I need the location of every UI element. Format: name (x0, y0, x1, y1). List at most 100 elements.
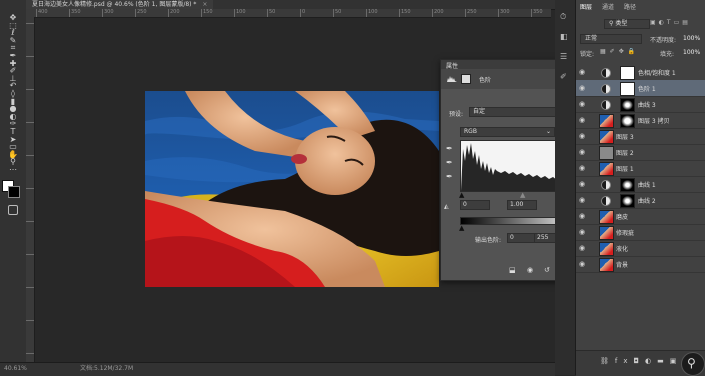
ruler-tick-label: 100 (368, 9, 378, 15)
visibility-eye-icon[interactable]: ◉ (578, 132, 586, 140)
layer-thumbnail[interactable] (599, 130, 614, 144)
clip-to-layer-icon[interactable]: ⬓ (509, 266, 516, 274)
layer-name: 色阶 1 (638, 86, 656, 93)
layer-row[interactable]: ◉ 图层 3 (576, 128, 705, 145)
visibility-eye-icon[interactable]: ◉ (578, 100, 586, 108)
visibility-eye-icon[interactable]: ◉ (578, 244, 586, 252)
zoom-status[interactable]: 40.61% (4, 363, 27, 375)
layer-thumbnail[interactable] (599, 226, 614, 240)
layer-mask-thumbnail[interactable] (620, 66, 635, 80)
layer-row[interactable]: ◉ 磨皮 (576, 208, 705, 225)
layer-thumbnail[interactable] (599, 210, 614, 224)
layers-panel-tab[interactable]: 路径 (624, 2, 636, 11)
levels-histogram-icon[interactable] (447, 75, 457, 82)
ruler-tick: 200 (432, 9, 444, 17)
layer-name: 磨皮 (616, 214, 629, 221)
layer-row[interactable]: ◉ 色相/饱和度 1 (576, 64, 705, 81)
input-gamma-field[interactable]: 1.00 (507, 200, 537, 210)
layer-thumbnail[interactable] (599, 242, 614, 256)
lock-icons[interactable]: ▦✐✥🔒 (600, 48, 639, 55)
visibility-eye-icon[interactable]: ◉ (578, 84, 586, 92)
lock-label: 锁定: (580, 51, 595, 58)
channel-select[interactable]: RGB ⌄ (460, 127, 555, 137)
layer-row[interactable]: ◉ 曲线 1 (576, 176, 705, 193)
reset-icon[interactable]: ↺ (544, 266, 550, 274)
layer-mask-thumbnail[interactable] (620, 98, 635, 112)
adjustments-icon[interactable]: ◧ (560, 32, 568, 41)
layer-thumbnail[interactable] (599, 258, 614, 272)
visibility-eye-icon[interactable]: ◉ (578, 68, 586, 76)
output-black-slider[interactable]: ▲ (459, 224, 464, 232)
quick-mask-icon[interactable] (8, 205, 18, 215)
ruler-tick (26, 188, 34, 189)
white-point-eyedropper-icon[interactable]: ✒ (446, 172, 453, 181)
layer-row[interactable]: ◉ 图层 3 拷贝 (576, 112, 705, 129)
visibility-eye-icon[interactable]: ◉ (578, 228, 586, 236)
history-icon[interactable]: ⏱ (560, 12, 566, 22)
layer-name: 曲线 3 (638, 102, 656, 109)
layer-row[interactable]: ◉ 曲线 3 (576, 96, 705, 113)
layer-row[interactable]: ◉ 修瑕疵 (576, 224, 705, 241)
close-tab-icon[interactable]: × (202, 1, 207, 8)
layer-mask-thumbnail[interactable] (620, 178, 635, 192)
ruler-tick-label: 0 (302, 9, 306, 15)
opacity-value[interactable]: 100% (683, 35, 700, 42)
tools-panel: ✥ ⬚ ℓ ✎ ⌗ ✒ ✚ ✐ ⊥ ↶ ◊ ▮ ● ◐ ✑ T ➤ ▭ ✋ ⚲ ⋯ (0, 9, 27, 375)
blend-mode-select[interactable]: 正常 (580, 34, 642, 44)
visibility-eye-icon[interactable]: ◉ (578, 164, 586, 172)
ruler-tick: 300 (102, 9, 114, 17)
input-black-field[interactable]: 0 (460, 200, 490, 210)
clipping-warning-icon[interactable]: ◭ (444, 203, 449, 210)
layers-panel-tab[interactable]: 通道 (602, 2, 614, 11)
document-size-status: 文档:5.12M/32.7M (80, 365, 134, 372)
layer-thumbnail[interactable] (599, 114, 614, 128)
visibility-eye-icon[interactable]: ◉ (578, 196, 586, 204)
visibility-eye-icon[interactable]: ◉ (578, 148, 586, 156)
view-previous-icon[interactable]: ◉ (527, 266, 533, 274)
document-tab-title: 夏日海边美女人像精修.psd @ 40.6% (色阶 1, 图层蒙版/8) * (32, 1, 197, 8)
layers-panel-tab[interactable]: 图层 (580, 2, 592, 11)
visibility-eye-icon[interactable]: ◉ (578, 116, 586, 124)
layer-mask-thumbnail[interactable] (620, 82, 635, 96)
adjustment-layer-icon (601, 84, 611, 94)
document-tab[interactable]: 夏日海边美女人像精修.psd @ 40.6% (色阶 1, 图层蒙版/8) * × (26, 0, 214, 9)
visibility-eye-icon[interactable]: ◉ (578, 212, 586, 220)
layer-row[interactable]: ◉ 图层 2 (576, 144, 705, 161)
visibility-eye-icon[interactable]: ◉ (578, 180, 586, 188)
input-gamma-slider[interactable]: ▲ (520, 191, 525, 199)
layer-thumbnail[interactable] (599, 146, 614, 160)
ruler-tick (26, 155, 34, 156)
layer-name: 背景 (616, 262, 629, 269)
preset-value: 自定 (473, 108, 486, 115)
output-black-field[interactable]: 0 (507, 233, 535, 243)
layer-row[interactable]: ◉ 液化 (576, 240, 705, 257)
ruler-tick-label: 300 (500, 9, 510, 15)
visibility-eye-icon[interactable]: ◉ (578, 260, 586, 268)
background-color-swatch[interactable] (8, 186, 20, 198)
preset-label: 预设: (449, 111, 464, 118)
layer-row[interactable]: ◉ 图层 1 (576, 160, 705, 177)
properties-icon[interactable]: ☰ (560, 52, 567, 61)
layer-mask-thumbnail[interactable] (620, 114, 635, 128)
collapsed-panel-icons: ⏱ ◧ ☰ ✐ (555, 0, 576, 375)
layer-mask-thumbnail[interactable] (620, 194, 635, 208)
fill-value[interactable]: 100% (683, 49, 700, 56)
document-image[interactable] (145, 91, 439, 287)
layer-mask-icon[interactable] (461, 74, 471, 84)
search-overlay-button[interactable]: ⚲ (681, 352, 705, 376)
horizontal-ruler: 400 350 300 250 200 150 100 50 0 50 100 150 200 250 30… (26, 9, 551, 18)
layer-row[interactable]: ◉ 背景 (576, 256, 705, 273)
filter-kind-value: 类型 (615, 20, 628, 27)
black-point-eyedropper-icon[interactable]: ✒ (446, 144, 453, 153)
ruler-tick-label: 150 (401, 9, 411, 15)
layer-filter-select[interactable]: ⚲ 类型 (604, 19, 650, 29)
layer-filter-icons[interactable]: ▣◐T▭▤ (650, 19, 691, 26)
more-tools-icon[interactable]: ⋯ (8, 165, 18, 175)
layer-row[interactable]: ◉ 曲线 2 (576, 192, 705, 209)
input-black-slider[interactable]: ▲ (459, 191, 464, 199)
layer-thumbnail[interactable] (599, 162, 614, 176)
brush-settings-icon[interactable]: ✐ (560, 72, 567, 81)
gray-point-eyedropper-icon[interactable]: ✒ (446, 158, 453, 167)
ruler-tick-label: 50 (269, 9, 276, 15)
layer-row[interactable]: ◉ 色阶 1 (576, 80, 705, 97)
